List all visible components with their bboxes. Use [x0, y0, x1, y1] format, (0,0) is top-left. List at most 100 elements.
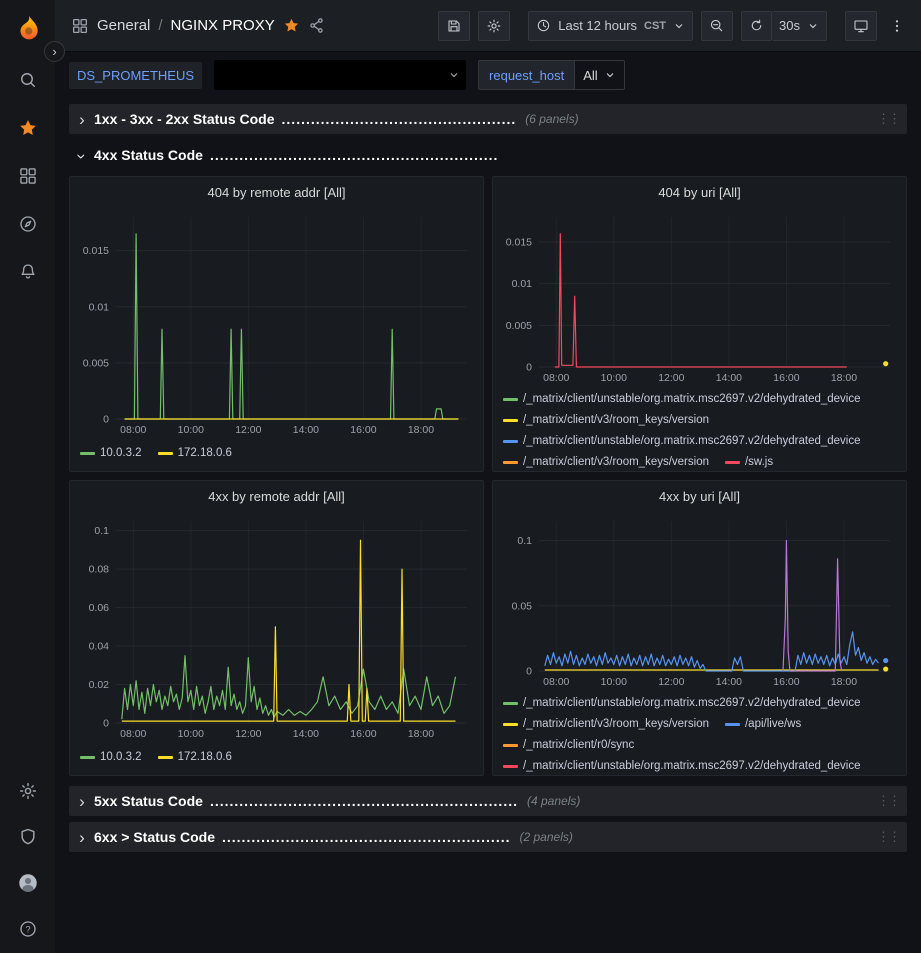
legend-item[interactable]: 10.0.3.2: [80, 745, 142, 769]
svg-text:08:00: 08:00: [543, 372, 569, 384]
grafana-logo[interactable]: [12, 12, 44, 44]
grafana-app: ? › General / NGINX PROXY: [0, 0, 921, 953]
timeseries-chart-404-uri[interactable]: 00.0050.010.01508:0010:0012:0014:0016:00…: [493, 207, 906, 387]
dashboard-body: › 1xx - 3xx - 2xx Status Code ..........…: [55, 98, 921, 953]
row-title: 1xx - 3xx - 2xx Status Code: [94, 111, 275, 127]
panel-title[interactable]: 4xx by uri [All]: [493, 481, 906, 511]
datasource-select[interactable]: [214, 60, 466, 90]
row-drag-handle[interactable]: ⋮⋮: [877, 111, 899, 127]
bell-icon: [18, 262, 38, 282]
svg-text:08:00: 08:00: [120, 424, 146, 436]
row-1xx-3xx-2xx-status-code[interactable]: › 1xx - 3xx - 2xx Status Code ..........…: [69, 104, 907, 134]
request-host-label[interactable]: request_host: [478, 60, 575, 90]
chart-legend: /_matrix/client/unstable/org.matrix.msc2…: [493, 691, 906, 775]
svg-text:12:00: 12:00: [658, 372, 684, 384]
panel-404-by-uri: 404 by uri [All] 00.0050.010.01508:0010:…: [492, 176, 907, 472]
legend-item[interactable]: /_matrix/client/unstable/org.matrix.msc2…: [503, 756, 861, 775]
row-6xx-status-code[interactable]: › 6xx > Status Code ....................…: [69, 822, 907, 852]
svg-text:08:00: 08:00: [120, 728, 146, 740]
sidebar-item-explore[interactable]: [18, 214, 38, 234]
panel-title[interactable]: 4xx by remote addr [All]: [70, 481, 483, 511]
breadcrumb-separator: /: [158, 17, 162, 34]
favorite-star-icon[interactable]: [283, 17, 300, 34]
breadcrumb-section[interactable]: General: [97, 17, 150, 34]
legend-item[interactable]: /sw.js: [725, 452, 773, 471]
timeseries-chart-404-remote-addr[interactable]: 00.0050.010.01508:0010:0012:0014:0016:00…: [70, 207, 483, 439]
variable-ds-prometheus-label[interactable]: DS_PROMETHEUS: [69, 62, 202, 89]
legend-swatch: [725, 461, 740, 464]
more-options-button[interactable]: [885, 11, 909, 41]
sidebar-item-search[interactable]: [18, 70, 38, 90]
legend-swatch: [158, 756, 173, 759]
row-5xx-status-code[interactable]: › 5xx Status Code ......................…: [69, 786, 907, 816]
legend-item[interactable]: /_matrix/client/unstable/org.matrix.msc2…: [503, 389, 861, 410]
cycle-view-mode-button[interactable]: [845, 11, 877, 41]
row-title-dots: ........................................…: [210, 147, 499, 163]
row-4xx-status-code[interactable]: › 4xx Status Code ......................…: [69, 140, 907, 170]
svg-text:16:00: 16:00: [350, 424, 376, 436]
legend-item[interactable]: /_matrix/client/v3/room_keys/version: [503, 410, 709, 431]
kebab-menu-icon: [889, 18, 905, 34]
sidebar-expand-button[interactable]: ›: [44, 41, 65, 62]
legend-item[interactable]: /_matrix/client/r0/sync: [503, 735, 634, 756]
timeseries-chart-4xx-uri[interactable]: 00.050.108:0010:0012:0014:0016:0018:00: [493, 511, 906, 691]
row-drag-handle[interactable]: ⋮⋮: [877, 829, 899, 845]
legend-label: /_matrix/client/r0/sync: [523, 735, 634, 756]
refresh-button[interactable]: [741, 11, 772, 41]
row-panel-count: (2 panels): [520, 830, 573, 844]
legend-item[interactable]: /_matrix/client/v3/room_keys/version: [503, 452, 709, 471]
share-icon[interactable]: [308, 17, 325, 34]
legend-item[interactable]: /_matrix/client/unstable/org.matrix.msc2…: [503, 431, 861, 452]
legend-swatch: [80, 452, 95, 455]
svg-text:12:00: 12:00: [235, 424, 261, 436]
row-title: 5xx Status Code: [94, 793, 203, 809]
legend-swatch: [503, 398, 518, 401]
row-panel-count: (4 panels): [527, 794, 580, 808]
save-dashboard-button[interactable]: [438, 11, 470, 41]
svg-text:10:00: 10:00: [601, 372, 627, 384]
zoom-out-button[interactable]: [701, 11, 733, 41]
legend-item[interactable]: 10.0.3.2: [80, 441, 142, 465]
panel-title[interactable]: 404 by remote addr [All]: [70, 177, 483, 207]
request-host-value: All: [583, 68, 597, 83]
legend-item[interactable]: 172.18.0.6: [158, 745, 232, 769]
svg-text:0.1: 0.1: [517, 535, 532, 547]
chevron-right-icon: ›: [77, 111, 87, 128]
sidebar-item-starred[interactable]: [18, 118, 38, 138]
legend-item[interactable]: /api/live/ws: [725, 714, 801, 735]
legend-swatch: [80, 756, 95, 759]
dashboard-title[interactable]: NGINX PROXY: [171, 17, 275, 34]
time-range-picker[interactable]: Last 12 hours CST: [528, 11, 693, 41]
svg-text:10:00: 10:00: [601, 676, 627, 688]
star-icon: [18, 118, 38, 138]
panel-title[interactable]: 404 by uri [All]: [493, 177, 906, 207]
request-host-value-dropdown[interactable]: All: [575, 60, 624, 90]
legend-item[interactable]: 172.18.0.6: [158, 441, 232, 465]
sidebar-item-help[interactable]: ?: [18, 919, 38, 939]
legend-swatch: [503, 765, 518, 768]
time-range-label: Last 12 hours: [558, 18, 637, 33]
sidebar-item-dashboards[interactable]: [18, 166, 38, 186]
legend-item[interactable]: /_matrix/client/unstable/org.matrix.msc2…: [503, 693, 861, 714]
monitor-icon: [853, 18, 869, 34]
svg-text:18:00: 18:00: [831, 372, 857, 384]
panel-4xx-by-uri: 4xx by uri [All] 00.050.108:0010:0012:00…: [492, 480, 907, 776]
row-drag-handle[interactable]: ⋮⋮: [877, 793, 899, 809]
svg-text:0.015: 0.015: [83, 245, 109, 257]
timeseries-chart-4xx-remote-addr[interactable]: 00.020.040.060.080.108:0010:0012:0014:00…: [70, 511, 483, 743]
chevron-right-icon: ›: [77, 793, 87, 810]
row-panel-count: (6 panels): [525, 112, 578, 126]
chevron-down-icon: [673, 20, 685, 32]
sidebar-item-configuration[interactable]: [18, 781, 38, 801]
zoom-out-icon: [709, 18, 725, 34]
svg-text:16:00: 16:00: [773, 372, 799, 384]
svg-text:12:00: 12:00: [658, 676, 684, 688]
legend-item[interactable]: /_matrix/client/v3/room_keys/version: [503, 714, 709, 735]
svg-text:12:00: 12:00: [235, 728, 261, 740]
dashboard-settings-button[interactable]: [478, 11, 510, 41]
sidebar-item-alerting[interactable]: [18, 262, 38, 282]
sidebar-item-profile[interactable]: [18, 873, 38, 893]
sidebar-item-server-admin[interactable]: [18, 827, 38, 847]
refresh-interval-dropdown[interactable]: 30s: [772, 11, 827, 41]
legend-label: /api/live/ws: [745, 714, 801, 735]
